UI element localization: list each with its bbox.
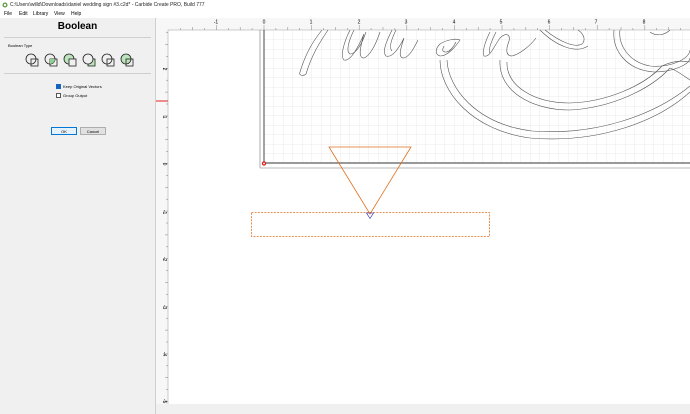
- split-icon[interactable]: [119, 52, 135, 68]
- subtract-reverse-icon[interactable]: [81, 52, 97, 68]
- divider: [4, 37, 151, 38]
- menu-edit[interactable]: Edit: [19, 10, 28, 18]
- stock-grid: [264, 30, 690, 163]
- app-icon: [2, 2, 8, 8]
- menu-library[interactable]: Library: [33, 10, 48, 18]
- status-bar: [156, 404, 690, 414]
- vertical-ruler: [156, 30, 168, 404]
- keep-original-vectors-checkbox[interactable]: [56, 84, 61, 89]
- origin-marker-center: [263, 162, 265, 165]
- design-canvas[interactable]: -1 0 1 2 3 4 5 6 7 8 2 1 0 -1 -2 -3 -4 -…: [156, 18, 690, 404]
- ruler-y-label: 1: [161, 116, 167, 119]
- ruler-x-label: 5: [500, 20, 503, 26]
- ruler-x-label: 7: [595, 20, 598, 26]
- canvas-svg[interactable]: -1 0 1 2 3 4 5 6 7 8 2 1 0 -1 -2 -3 -4 -…: [156, 18, 690, 404]
- ruler-y-label: -4: [161, 352, 167, 357]
- selected-rectangle[interactable]: [251, 212, 490, 237]
- menu-help[interactable]: Help: [71, 10, 81, 18]
- ruler-x-label: 4: [453, 20, 456, 26]
- ruler-y-label: -5: [161, 399, 167, 404]
- title-bar: C:\Users\willd\Downloads\daniel wedding …: [0, 0, 690, 10]
- ok-button[interactable]: OK: [51, 127, 77, 135]
- ruler-x-label: 2: [358, 20, 361, 26]
- ruler-y-label: -2: [161, 257, 167, 262]
- divider: [4, 73, 151, 74]
- intersect-icon[interactable]: [43, 52, 59, 68]
- union-icon[interactable]: [24, 52, 40, 68]
- boolean-type-label: Boolean Type: [8, 43, 33, 48]
- horizontal-ruler: [156, 18, 690, 30]
- ruler-x-label: 3: [405, 20, 408, 26]
- window-title: C:\Users\willd\Downloads\daniel wedding …: [10, 2, 205, 8]
- ruler-x-label: 6: [548, 20, 551, 26]
- ruler-y-label: -3: [161, 305, 167, 310]
- ruler-x-label: 8: [643, 20, 646, 26]
- exclude-icon[interactable]: [100, 52, 116, 68]
- group-output-label: Group Output: [63, 93, 88, 98]
- menu-bar: File Edit Library View Help: [0, 10, 690, 18]
- ruler-x-label: -1: [214, 20, 219, 26]
- ruler-x-label: 0: [263, 20, 266, 26]
- panel-title: Boolean: [57, 21, 98, 32]
- group-output-checkbox[interactable]: [56, 93, 61, 98]
- ruler-y-label: 2: [161, 68, 167, 71]
- boolean-panel: Boolean Boolean Type Keep Original Vecto…: [0, 18, 156, 414]
- menu-file[interactable]: File: [4, 10, 12, 18]
- cancel-button[interactable]: Cancel: [80, 127, 106, 135]
- keep-original-vectors-label: Keep Original Vectors: [63, 84, 102, 89]
- ruler-y-label: -1: [161, 210, 167, 215]
- ruler-x-label: 1: [310, 20, 313, 26]
- menu-view[interactable]: View: [54, 10, 65, 18]
- subtract-icon[interactable]: [62, 52, 78, 68]
- ruler-y-label: 0: [161, 163, 167, 166]
